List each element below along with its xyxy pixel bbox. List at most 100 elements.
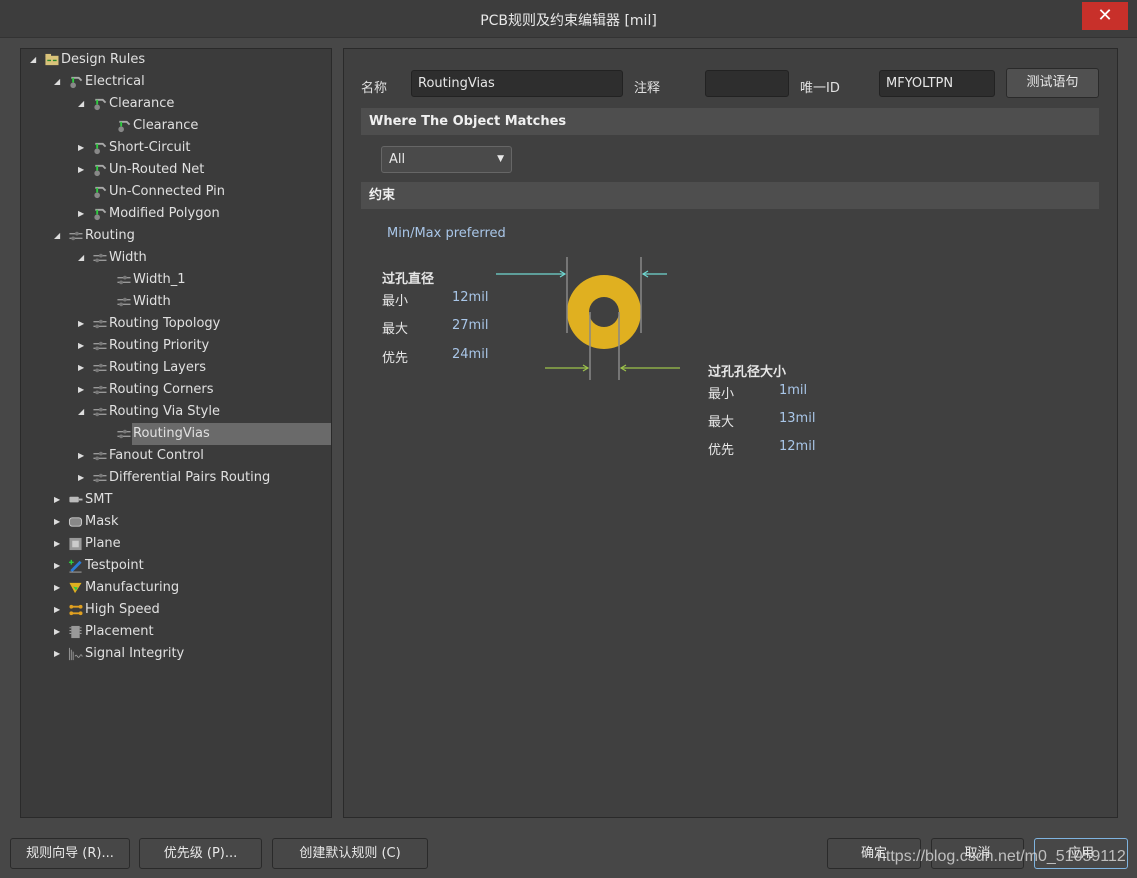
expand-arrow-icon[interactable]: ▶ [78, 467, 84, 489]
routing-rule-icon [117, 429, 131, 439]
via-diameter-max-value[interactable]: 27mil [452, 318, 488, 333]
tree-item-label: Routing Corners [109, 382, 214, 397]
tree-item[interactable]: ▶ Short-Circuit [78, 137, 304, 159]
hole-size-min-value[interactable]: 1mil [779, 383, 807, 398]
tree-item[interactable]: ▶ Plane [54, 533, 304, 555]
match-scope-value: All [389, 152, 406, 167]
expand-arrow-icon[interactable]: ▶ [54, 599, 60, 621]
tree-item[interactable]: ◢ Width [78, 247, 304, 269]
tree-item-label: Mask [85, 514, 119, 529]
tree-item[interactable]: ▶ Placement [54, 621, 304, 643]
tree-item[interactable]: ▶ Routing Priority [78, 335, 304, 357]
tree-item-label: RoutingVias [133, 426, 210, 441]
name-input[interactable]: RoutingVias [411, 70, 623, 97]
collapse-arrow-icon[interactable]: ◢ [30, 49, 36, 71]
collapse-arrow-icon[interactable]: ◢ [54, 225, 60, 247]
via-diameter-preferred-value[interactable]: 24mil [452, 347, 488, 362]
collapse-arrow-icon[interactable]: ◢ [78, 401, 84, 423]
tree-item-label: Clearance [133, 118, 199, 133]
window-title: PCB规则及约束编辑器 [mil] [480, 13, 657, 29]
via-diameter-min-value[interactable]: 12mil [452, 290, 488, 305]
match-scope-dropdown[interactable]: All ▼ [381, 146, 512, 173]
tree-item-label: Plane [85, 536, 121, 551]
tree-item[interactable]: Width [102, 291, 304, 313]
mask-icon [68, 517, 83, 527]
tree-item[interactable]: ◢ Clearance [78, 93, 304, 115]
collapse-arrow-icon[interactable]: ◢ [78, 93, 84, 115]
comment-input[interactable] [705, 70, 789, 97]
test-query-button[interactable]: 测试语句 [1006, 68, 1099, 98]
testpoint-icon [68, 559, 82, 573]
constraint-mode: Min/Max preferred [387, 226, 506, 241]
hole-size-max-value[interactable]: 13mil [779, 411, 815, 426]
tree-item[interactable]: ▶ Routing Layers [78, 357, 304, 379]
tree-item-label: SMT [85, 492, 113, 507]
tree-item[interactable]: Clearance [102, 115, 304, 137]
tree-item[interactable]: ◢ Electrical [54, 71, 304, 93]
tree-item[interactable]: ▶ Testpoint [54, 555, 304, 577]
name-label: 名称 [361, 81, 388, 96]
expand-arrow-icon[interactable]: ▶ [54, 577, 60, 599]
close-button[interactable]: ✕ [1082, 2, 1128, 30]
tree-item[interactable]: ▶ Signal Integrity [54, 643, 304, 665]
tree-item[interactable]: ◢ Design Rules [30, 49, 304, 71]
tree-item-label: Modified Polygon [109, 206, 220, 221]
tree-item-label: Width [133, 294, 171, 309]
tree-item-label: Routing [85, 228, 135, 243]
tree-item[interactable]: ▶ Manufacturing [54, 577, 304, 599]
expand-arrow-icon[interactable]: ▶ [78, 137, 84, 159]
priorities-button[interactable]: 优先级 (P)... [139, 838, 262, 869]
tree-item[interactable]: ▶ High Speed [54, 599, 304, 621]
tree-item[interactable]: ▶ Un-Routed Net [78, 159, 304, 181]
expand-arrow-icon[interactable]: ▶ [78, 379, 84, 401]
collapse-arrow-icon[interactable]: ◢ [78, 247, 84, 269]
expand-arrow-icon[interactable]: ▶ [78, 445, 84, 467]
create-default-rules-button[interactable]: 创建默认规则 (C) [272, 838, 428, 869]
expand-arrow-icon[interactable]: ▶ [54, 533, 60, 555]
tree-item-label: High Speed [85, 602, 160, 617]
tree-item[interactable]: Un-Connected Pin [78, 181, 304, 203]
tree-item[interactable]: ▶ Mask [54, 511, 304, 533]
expand-arrow-icon[interactable]: ▶ [54, 511, 60, 533]
via-diagram [496, 257, 680, 380]
where-object-matches-header: Where The Object Matches [361, 108, 1099, 135]
tree-item-label: Differential Pairs Routing [109, 470, 271, 485]
tree-item[interactable]: Width_1 [102, 269, 304, 291]
expand-arrow-icon[interactable]: ▶ [54, 643, 60, 665]
expand-arrow-icon[interactable]: ▶ [54, 489, 60, 511]
routing-rule-icon [117, 297, 131, 307]
tree-item[interactable]: ▶ Fanout Control [78, 445, 304, 467]
electrical-rule-icon [94, 208, 107, 221]
tree-item[interactable]: ▶ SMT [54, 489, 304, 511]
tree-item[interactable]: ▶ Routing Corners [78, 379, 304, 401]
expand-arrow-icon[interactable]: ▶ [78, 203, 84, 225]
tree-item[interactable]: ▶ Differential Pairs Routing [78, 467, 304, 489]
routing-rule-icon [117, 275, 131, 285]
tree-item[interactable]: RoutingVias [117, 423, 331, 445]
via-diameter-max-label: 最大 [382, 322, 409, 337]
tree-item[interactable]: ◢ Routing Via Style [78, 401, 304, 423]
routing-rule-icon [93, 363, 107, 373]
expand-arrow-icon[interactable]: ▶ [78, 335, 84, 357]
tree-item-label: Clearance [109, 96, 175, 111]
hole-size-preferred-value[interactable]: 12mil [779, 439, 815, 454]
routing-rule-icon [93, 385, 107, 395]
rule-wizard-button[interactable]: 规则向导 (R)... [10, 838, 130, 869]
expand-arrow-icon[interactable]: ▶ [54, 555, 60, 577]
tree-item[interactable]: ◢ Routing [54, 225, 304, 247]
unique-id-input[interactable]: MFYOLTPN [879, 70, 995, 97]
tree-item-label: Design Rules [61, 52, 146, 67]
electrical-rule-icon [94, 142, 107, 155]
tree-item-label: Routing Priority [109, 338, 210, 353]
expand-arrow-icon[interactable]: ▶ [54, 621, 60, 643]
via-diameter-title: 过孔直径 [382, 272, 435, 287]
collapse-arrow-icon[interactable]: ◢ [54, 71, 60, 93]
electrical-rule-icon [94, 164, 107, 177]
routing-rule-icon [69, 231, 83, 241]
expand-arrow-icon[interactable]: ▶ [78, 159, 84, 181]
expand-arrow-icon[interactable]: ▶ [78, 357, 84, 379]
tree-item[interactable]: ▶ Routing Topology [78, 313, 304, 335]
routing-rule-icon [93, 451, 107, 461]
expand-arrow-icon[interactable]: ▶ [78, 313, 84, 335]
tree-item[interactable]: ▶ Modified Polygon [78, 203, 304, 225]
